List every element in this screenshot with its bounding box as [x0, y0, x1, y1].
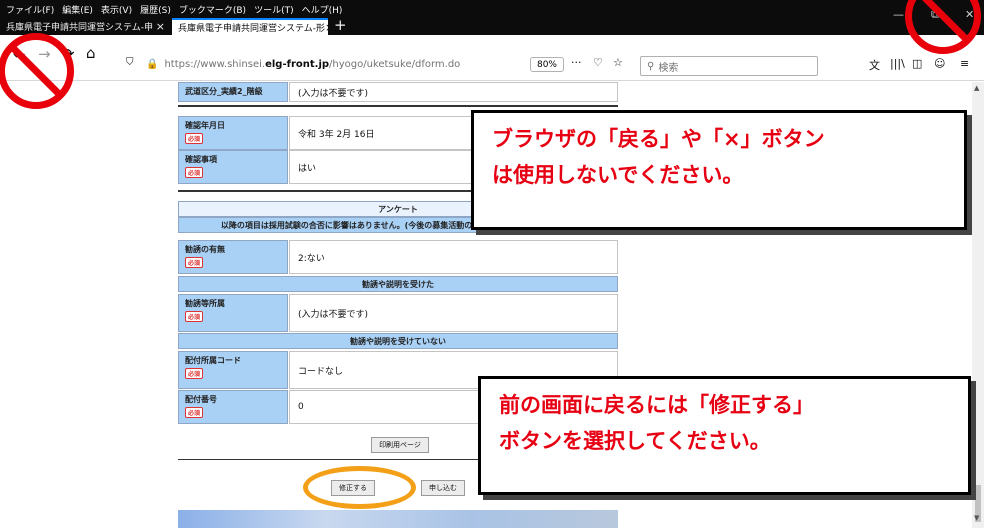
search-placeholder: 検索 [658, 62, 679, 74]
callout-line: 前の画面に戻るには「修正する」 [499, 393, 814, 417]
menu-edit[interactable]: 編集(E) [62, 3, 93, 16]
field-label: 勧誘等所属 必須 [178, 294, 288, 332]
vertical-scrollbar[interactable]: ▲ ▼ [972, 82, 984, 528]
required-badge: 必須 [185, 167, 204, 178]
field-value: (入力は不要です) [289, 294, 618, 332]
translate-icon[interactable]: 文 [869, 57, 880, 73]
minimize-icon[interactable]: — [893, 8, 904, 21]
sub-header-not-invited: 勧誘や説明を受けていない [178, 333, 618, 349]
new-tab-button[interactable]: + [334, 16, 347, 34]
account-icon[interactable]: ☺ [934, 57, 945, 70]
field-value: 2:ない [289, 240, 618, 274]
label-text: 配付所属コード [185, 356, 241, 365]
menu-view[interactable]: 表示(V) [101, 3, 132, 16]
label-text: 確認事項 [185, 155, 217, 164]
pocket-icon[interactable]: ♡ [593, 56, 603, 69]
form-row-invite-dept: 勧誘等所属必須 (入力は不要です) [178, 294, 618, 332]
callout-line: は使用しないでください。 [492, 163, 744, 187]
menu-tools[interactable]: ツール(T) [254, 3, 294, 16]
field-label: 確認年月日 必須 [178, 116, 288, 150]
bookmark-star-icon[interactable]: ☆ [613, 56, 623, 69]
warning-callout-top: ブラウザの「戻る」や「×」ボタン は使用しないでください。 [471, 110, 967, 230]
library-icon[interactable]: |||\ [890, 57, 905, 70]
search-input[interactable]: ⚲ 検索 [640, 56, 818, 76]
required-badge: 必須 [185, 407, 204, 418]
tab-title: 兵庫県電子申請共同運営システム-形 [178, 24, 325, 34]
page-actions-icon[interactable]: ··· [571, 56, 582, 69]
scroll-up-icon[interactable]: ▲ [974, 84, 979, 92]
url-path: /hyogo/uketsuke/dform.do [329, 59, 461, 70]
search-icon: ⚲ [647, 60, 655, 72]
menu-bookmarks[interactable]: ブックマーク(B) [179, 3, 246, 16]
label-text: 武道区分_実績2_階級 [185, 87, 263, 96]
tab-close-icon[interactable]: × [156, 20, 165, 33]
instruction-callout-bottom: 前の画面に戻るには「修正する」 ボタンを選択してください。 [478, 376, 971, 495]
label-text: 勧誘等所属 [185, 299, 225, 308]
tab-active[interactable]: 兵庫県電子申請共同運営システム-形 × [172, 18, 328, 35]
url-scheme: https://www.shinsei. [164, 59, 266, 70]
field-value: (入力は不要です) [289, 82, 618, 102]
print-page-button[interactable]: 印刷用ページ [371, 437, 429, 453]
section-divider [178, 105, 618, 107]
hamburger-menu-icon[interactable]: ≡ [960, 57, 969, 70]
zoom-indicator[interactable]: 80% [530, 57, 564, 72]
url-domain: elg-front.jp [265, 59, 330, 70]
footer-banner [178, 510, 618, 528]
submit-button[interactable]: 申し込む [421, 480, 465, 496]
field-label: 確認事項 必須 [178, 150, 288, 184]
tab-title: 兵庫県電子申請共同運営システム-申 [6, 23, 153, 33]
sidebar-icon[interactable]: ◫ [912, 57, 922, 70]
tab-inactive[interactable]: 兵庫県電子申請共同運営システム-申 × [0, 18, 171, 35]
callout-line: ボタンを選択してください。 [499, 429, 771, 453]
home-icon[interactable]: ⌂ [86, 44, 96, 62]
menu-help[interactable]: ヘルプ(H) [302, 3, 343, 16]
form-row-invite: 勧誘の有無必須 2:ない [178, 240, 618, 274]
label-text: 勧誘の有無 [185, 245, 225, 254]
label-text: 配付番号 [185, 395, 217, 404]
required-badge: 必須 [185, 368, 204, 379]
required-badge: 必須 [185, 133, 204, 144]
screen: ファイル(F) 編集(E) 表示(V) 履歴(S) ブックマーク(B) ツール(… [0, 0, 984, 528]
menu-bar: ファイル(F) 編集(E) 表示(V) 履歴(S) ブックマーク(B) ツール(… [0, 0, 342, 18]
shield-icon[interactable]: ⛉ [126, 57, 134, 68]
field-label: 武道区分_実績2_階級 [178, 82, 288, 102]
tab-close-icon[interactable]: × [325, 21, 328, 34]
scroll-down-icon[interactable]: ▼ [974, 514, 979, 522]
callout-line: ブラウザの「戻る」や「×」ボタン [492, 127, 825, 151]
label-text: 確認年月日 [185, 121, 225, 130]
field-label: 配付番号 必須 [178, 390, 288, 424]
field-label: 勧誘の有無 必須 [178, 240, 288, 274]
required-badge: 必須 [185, 311, 204, 322]
form-row-budo-rank: 武道区分_実績2_階級 (入力は不要です) [178, 82, 618, 102]
browser-titlebar: ファイル(F) 編集(E) 表示(V) 履歴(S) ブックマーク(B) ツール(… [0, 0, 984, 35]
prohibited-back-icon [0, 33, 74, 109]
field-label: 配付所属コード 必須 [178, 351, 288, 389]
sub-header-invited: 勧誘や説明を受けた [178, 276, 618, 292]
required-badge: 必須 [185, 257, 204, 268]
menu-file[interactable]: ファイル(F) [6, 3, 54, 16]
highlight-ring-edit-button [303, 466, 416, 509]
menu-history[interactable]: 履歴(S) [140, 3, 171, 16]
lock-icon: 🔒 [146, 59, 159, 70]
